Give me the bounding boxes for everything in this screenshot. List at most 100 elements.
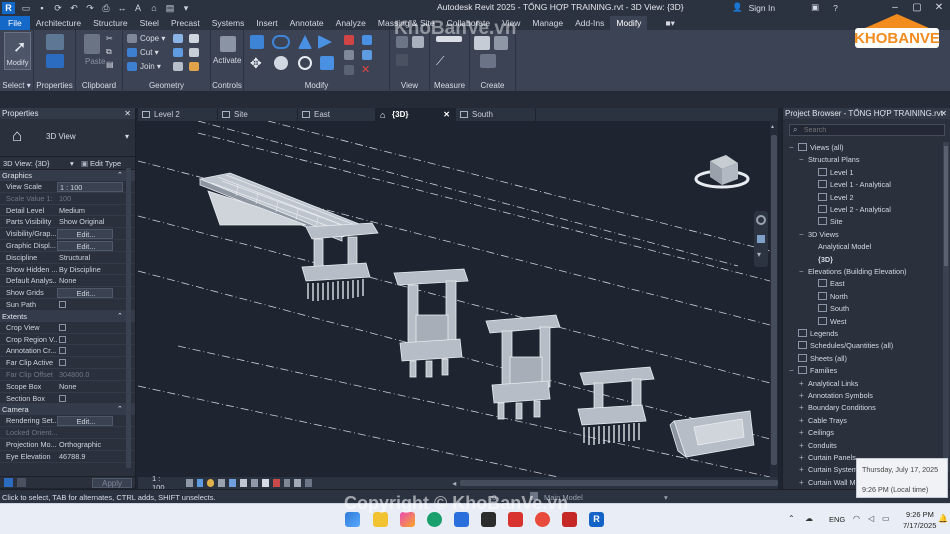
close-view-tab-icon[interactable]: ✕ [443, 108, 450, 121]
paint-icon[interactable] [173, 48, 183, 57]
expand-toggle-icon[interactable]: − [799, 154, 808, 166]
edit-property-button[interactable]: Edit... [57, 240, 113, 251]
sun-path-icon[interactable] [207, 479, 215, 487]
tab-insert[interactable]: Insert [250, 16, 283, 30]
print-icon[interactable]: ⎙ [100, 3, 112, 13]
remove-paint-icon[interactable] [189, 48, 199, 57]
sign-in-link[interactable]: Sign In [749, 3, 775, 13]
cut-geometry-icon[interactable] [127, 48, 137, 57]
tab-precast[interactable]: Precast [165, 16, 206, 30]
copy-element-icon[interactable] [274, 56, 288, 70]
browser-item[interactable]: West [809, 316, 847, 328]
scroll-thumb[interactable] [771, 135, 777, 465]
constraints-icon[interactable] [305, 479, 313, 487]
dimension-icon[interactable]: ⟋ [436, 54, 450, 68]
browser-item[interactable]: − Structural Plans [799, 154, 860, 166]
expand-toggle-icon[interactable]: + [799, 402, 808, 414]
edit-type-button[interactable]: Edit Type [90, 157, 121, 170]
collapse-group-icon[interactable]: ⌃ [117, 170, 123, 181]
browser-scroll-thumb[interactable] [944, 146, 948, 266]
property-value[interactable]: 46788.9 [57, 451, 123, 462]
expand-toggle-icon[interactable]: + [799, 440, 808, 452]
temporary-hide-icon[interactable] [272, 479, 280, 487]
expand-toggle-icon[interactable]: − [789, 365, 798, 377]
horizontal-scrollbar[interactable] [460, 480, 779, 486]
edit-property-button[interactable]: Edit... [57, 229, 113, 239]
tab-add-ins[interactable]: Add-Ins [569, 16, 610, 30]
linework-icon[interactable] [396, 54, 408, 66]
tab-structure[interactable]: Structure [87, 16, 134, 30]
property-value[interactable]: Structural [57, 252, 123, 263]
store-icon[interactable] [454, 512, 469, 527]
shadows-icon[interactable] [218, 479, 226, 487]
property-checkbox[interactable] [59, 300, 66, 308]
expand-toggle-icon[interactable]: + [799, 415, 808, 427]
help-icon[interactable]: ? [833, 3, 838, 13]
browser-item[interactable]: South [809, 303, 849, 315]
browser-search-input[interactable] [804, 126, 934, 135]
analytical-model-icon[interactable] [294, 479, 302, 487]
type-selector[interactable]: ⌂ 3D View ▾ [0, 119, 135, 157]
browser-item[interactable]: {3D} [809, 254, 833, 266]
reveal-hidden-icon[interactable] [283, 479, 291, 487]
revit-taskbar-icon[interactable]: R [589, 512, 604, 527]
nav-menu-icon[interactable]: ▾ [757, 251, 765, 259]
tray-overflow-icon[interactable]: ⌃ [788, 514, 795, 523]
view-selector[interactable]: 3D View: {3D} [3, 157, 50, 170]
browser-item[interactable]: Level 2 [809, 192, 854, 204]
expand-toggle-icon[interactable]: + [799, 452, 808, 464]
property-checkbox[interactable] [59, 323, 66, 331]
edit-property-button[interactable]: Edit... [57, 416, 113, 427]
expand-toggle-icon[interactable]: − [799, 229, 808, 241]
undo-icon[interactable]: ↶ [68, 3, 80, 13]
steering-wheel-icon[interactable] [756, 215, 766, 225]
tab-analyze[interactable]: Analyze [330, 16, 372, 30]
browser-item[interactable]: + Analytical Links [799, 378, 858, 390]
file-explorer-icon[interactable] [373, 512, 388, 527]
property-value[interactable]: By Discipline [57, 264, 123, 275]
select-group-label[interactable]: Select ▾ [0, 81, 33, 90]
panel-toggle-icon[interactable]: ■▾ [659, 16, 680, 30]
edge-icon[interactable] [427, 512, 442, 527]
property-checkbox[interactable] [59, 359, 66, 367]
battery-icon[interactable]: ▭ [882, 514, 890, 523]
windows-start-icon[interactable] [345, 512, 360, 527]
properties-help-icon[interactable] [4, 478, 13, 487]
browser-item[interactable]: Level 1 [809, 167, 854, 179]
browser-item[interactable]: Legends [789, 328, 838, 340]
view-tab-3d[interactable]: ⌂ {3D} ✕ [376, 108, 456, 121]
detail-level-icon[interactable] [185, 479, 193, 487]
scale-icon[interactable] [344, 50, 354, 60]
expand-toggle-icon[interactable]: + [799, 378, 808, 390]
3d-view-canvas[interactable]: ▾ [138, 121, 770, 477]
create-group-icon[interactable] [480, 54, 496, 68]
copilot-icon[interactable] [400, 512, 415, 527]
autocad-icon[interactable] [562, 512, 577, 527]
browser-search-box[interactable]: ⌕ [789, 124, 945, 136]
browser-item[interactable]: + Curtain Panels [799, 452, 856, 464]
browser-item[interactable]: + Curtain Systems [799, 464, 862, 476]
cope-icon[interactable] [127, 34, 137, 43]
tab-manage[interactable]: Manage [526, 16, 569, 30]
customize-qat-icon[interactable]: ▾ [180, 3, 192, 13]
visual-style-icon[interactable] [196, 479, 204, 487]
modify-tool-button[interactable]: ➚ Modify [4, 32, 31, 70]
offset-icon[interactable] [272, 35, 290, 49]
expand-toggle-icon[interactable]: + [799, 477, 808, 489]
revit-app-icon[interactable]: R [2, 2, 15, 14]
browser-item[interactable]: + Annotation Symbols [799, 390, 873, 402]
property-checkbox[interactable] [59, 394, 66, 402]
scroll-left-icon[interactable]: ◂ [452, 479, 456, 488]
property-value[interactable]: 1 : 100 [57, 182, 123, 192]
property-group-header[interactable]: Extents ⌃ [0, 310, 135, 322]
capcut-icon[interactable] [481, 512, 496, 527]
browser-item[interactable]: + Conduits [799, 440, 837, 452]
properties-icon[interactable] [46, 54, 64, 68]
split-icon[interactable] [344, 35, 354, 45]
activate-icon[interactable] [220, 36, 236, 52]
property-value[interactable]: None [57, 275, 123, 286]
property-value[interactable]: None [57, 381, 123, 392]
property-group-header[interactable]: Graphics ⌃ [0, 170, 135, 181]
rotate-icon[interactable] [298, 56, 312, 70]
join-label[interactable]: Join ▾ [140, 62, 161, 71]
